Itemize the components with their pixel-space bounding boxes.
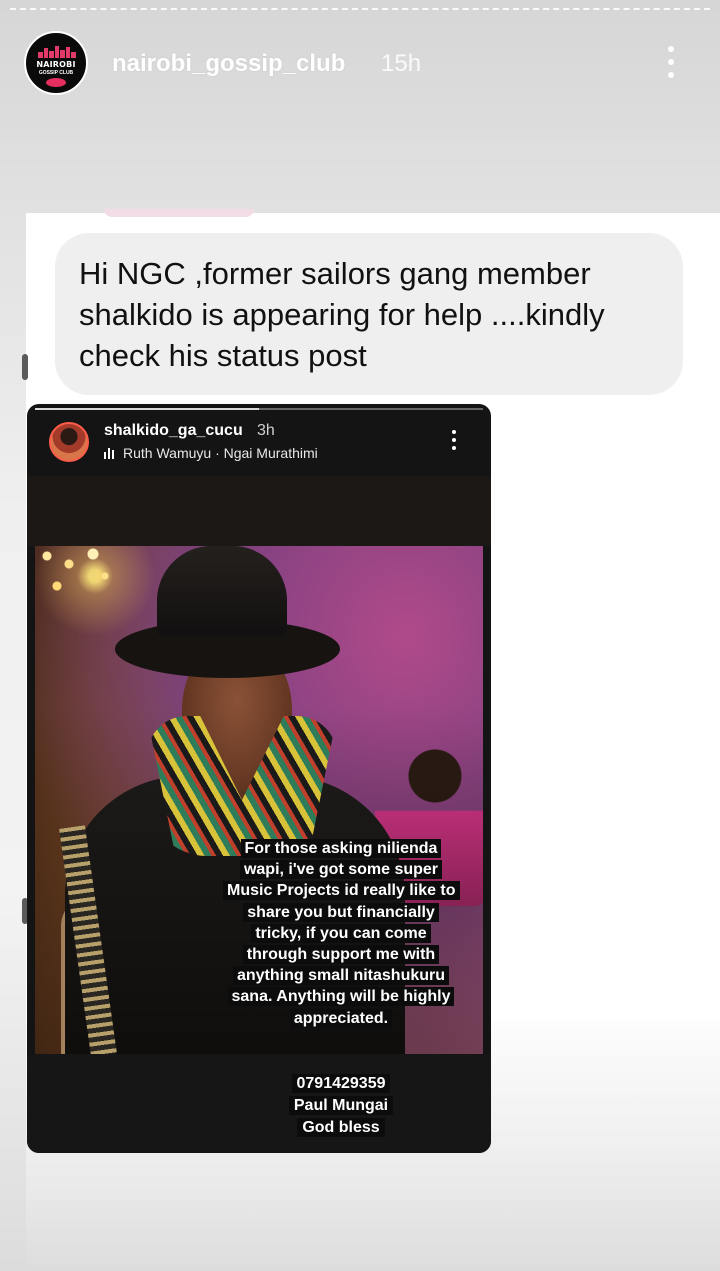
story-top-band	[27, 476, 491, 546]
shared-story-card[interactable]: shalkido_ga_cucu 3h Ruth Wamuyu · Ngai M…	[27, 404, 491, 1153]
cutoff-element	[104, 209, 254, 217]
more-vertical-icon	[452, 446, 456, 450]
story-timestamp: 15h	[381, 50, 422, 77]
more-vertical-icon	[452, 438, 456, 442]
story-progress-bar	[10, 8, 710, 11]
more-vertical-icon	[668, 59, 674, 65]
shared-story-timestamp: 3h	[257, 422, 275, 439]
message-text: Hi NGC ,former sailors gang member shalk…	[79, 256, 605, 373]
story-caption: For those asking nilienda wapi, i've got…	[223, 838, 460, 1029]
shared-story-more-button[interactable]	[447, 428, 461, 452]
profile-avatar[interactable]: NAIROBI GOSSIP CLUB	[24, 31, 88, 95]
shared-story-avatar[interactable]	[49, 422, 89, 462]
story-username[interactable]: nairobi_gossip_club	[112, 50, 345, 78]
avatar-logo-title: NAIROBI	[36, 60, 76, 69]
edge-marker	[22, 354, 28, 380]
story-caption-text: For those asking nilienda wapi, i've got…	[223, 839, 460, 1028]
shared-story-progress-fill	[35, 408, 259, 410]
avatar-logo-subtitle: GOSSIP CLUB	[38, 70, 74, 76]
shared-story-music[interactable]: Ruth Wamuyu · Ngai Murathimi	[123, 445, 318, 461]
lips-logo-icon	[46, 78, 66, 87]
more-vertical-icon	[668, 72, 674, 78]
hat-crown-front	[157, 546, 287, 636]
more-options-button[interactable]	[656, 42, 686, 82]
shared-story-progress	[35, 408, 483, 410]
message-bubble: Hi NGC ,former sailors gang member shalk…	[55, 233, 683, 395]
story-contact: 0791429359 Paul Mungai God bless	[223, 1073, 459, 1139]
story-header: NAIROBI GOSSIP CLUB nairobi_gossip_club …	[0, 28, 720, 100]
shared-story-username[interactable]: shalkido_ga_cucu	[104, 422, 243, 440]
skyline-logo-icon	[38, 46, 76, 58]
music-bars-icon	[104, 448, 116, 459]
more-vertical-icon	[452, 430, 456, 434]
string-lights	[35, 546, 155, 626]
more-vertical-icon	[668, 46, 674, 52]
story-contact-text: 0791429359 Paul Mungai God bless	[288, 1074, 394, 1137]
